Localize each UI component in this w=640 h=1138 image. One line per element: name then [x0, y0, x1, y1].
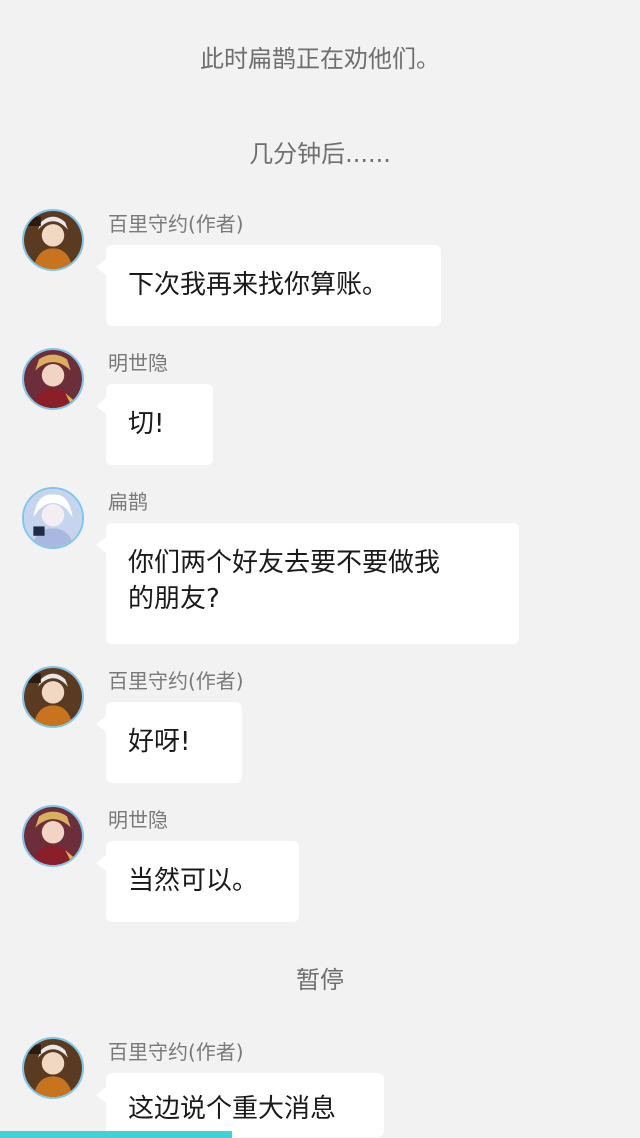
sender-name: 明世隐 — [108, 351, 168, 375]
baili-shouyue-avatar[interactable] — [22, 209, 84, 271]
message-text: 这边说个重大消息 — [128, 1094, 337, 1124]
message-text-line: 的朋友? — [128, 584, 220, 614]
message-bubble[interactable]: 你们两个好友去要不要做我 的朋友? — [96, 523, 519, 644]
message-text: 切! — [128, 409, 165, 439]
message-bubble[interactable]: 下次我再来找你算账。 — [96, 245, 441, 326]
sender-name: 百里守约(作者) — [108, 669, 244, 693]
baili-shouyue-avatar[interactable] — [22, 666, 84, 728]
narration-1: 此时扁鹊正在劝他们。 — [200, 45, 440, 73]
bian-que-avatar[interactable] — [22, 487, 84, 549]
ming-shiyin-avatar[interactable] — [22, 348, 84, 410]
message-bubble[interactable]: 切! — [96, 384, 213, 465]
message-bubble[interactable]: 这边说个重大消息 — [96, 1073, 384, 1137]
message-text-line: 你们两个好友去要不要做我 — [128, 548, 441, 578]
baili-shouyue-avatar[interactable] — [22, 1037, 84, 1099]
sender-name: 明世隐 — [108, 808, 168, 832]
reading-progress-bar — [0, 1131, 232, 1138]
ming-shiyin-avatar[interactable] — [22, 805, 84, 867]
message-text: 当然可以。 — [128, 866, 259, 896]
sender-name: 扁鹊 — [108, 490, 148, 514]
message-bubble[interactable]: 当然可以。 — [96, 841, 299, 922]
message-text: 下次我再来找你算账。 — [128, 270, 389, 300]
narration-3: 暂停 — [296, 966, 344, 994]
narration-2: 几分钟后...... — [249, 140, 391, 168]
message-bubble[interactable]: 好呀! — [96, 702, 242, 783]
message-text: 好呀! — [128, 727, 191, 757]
sender-name: 百里守约(作者) — [108, 1040, 244, 1064]
sender-name: 百里守约(作者) — [108, 212, 244, 236]
